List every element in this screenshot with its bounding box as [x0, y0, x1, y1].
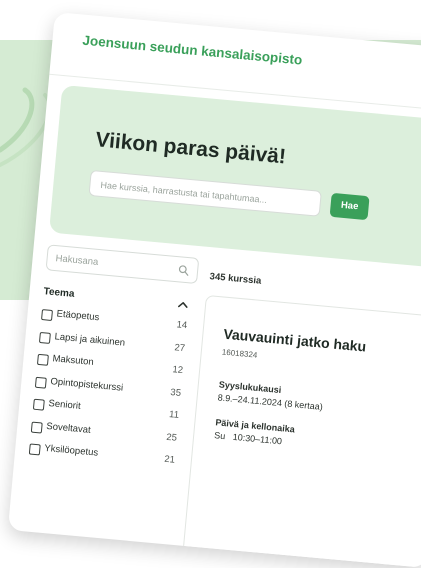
filter-option-count: 35 [169, 386, 182, 399]
filter-option-count: 27 [174, 341, 186, 354]
site-logo-text[interactable]: Joensuun seudun kansalaisopisto [82, 33, 303, 68]
result-count: 345 kurssia [209, 271, 262, 287]
keyword-placeholder: Hakusana [55, 253, 99, 268]
checkbox[interactable] [32, 398, 45, 411]
checkbox[interactable] [38, 331, 51, 344]
hero-title: Viikon paras päivä! [94, 128, 287, 169]
filter-group-title: Teema [43, 286, 75, 300]
app-window: Joensuun seudun kansalaisopisto Viikon p… [7, 12, 421, 568]
filter-option-label: Soveltavat [45, 420, 92, 436]
filter-option-count: 21 [163, 453, 176, 466]
time-day: Su [213, 430, 226, 442]
filter-option-label: Yksilöopetus [43, 442, 99, 459]
chevron-up-icon[interactable] [176, 298, 189, 311]
time-range: 10:30–11:00 [232, 431, 283, 447]
checkbox[interactable] [28, 443, 41, 456]
hero-search-input[interactable]: Hae kurssia, harrastusta tai tapahtumaa.… [88, 169, 322, 217]
checkbox[interactable] [41, 309, 53, 321]
hero-search-button[interactable]: Hae [329, 192, 370, 221]
hero-banner: Viikon paras päivä! Hae kurssia, harrast… [49, 84, 421, 269]
filter-option-count: 14 [176, 319, 188, 332]
checkbox[interactable] [34, 376, 47, 389]
filter-option-count: 11 [168, 409, 180, 421]
course-card[interactable]: Vauvauinti jatko haku 16018324 Syyslukuk… [182, 294, 421, 568]
course-code: 16018324 [221, 347, 258, 360]
checkbox[interactable] [36, 353, 49, 366]
checkbox[interactable] [30, 421, 43, 434]
time-value: Su 10:30–11:00 [214, 430, 283, 446]
filter-panel: Teema Etäopetus 14 Lapsi ja aikuinen 27 … [28, 284, 196, 477]
term-value: 8.9.–24.11.2024 (8 kertaa) [217, 392, 324, 412]
filter-option-count: 12 [171, 364, 184, 377]
keyword-search-input[interactable]: Hakusana [45, 244, 200, 284]
filter-option-label: Maksuton [52, 353, 95, 368]
filter-option-label: Etäopetus [56, 308, 100, 324]
filter-option-label: Seniorit [47, 398, 82, 412]
search-icon [178, 265, 189, 276]
filter-option-count: 25 [165, 431, 178, 444]
